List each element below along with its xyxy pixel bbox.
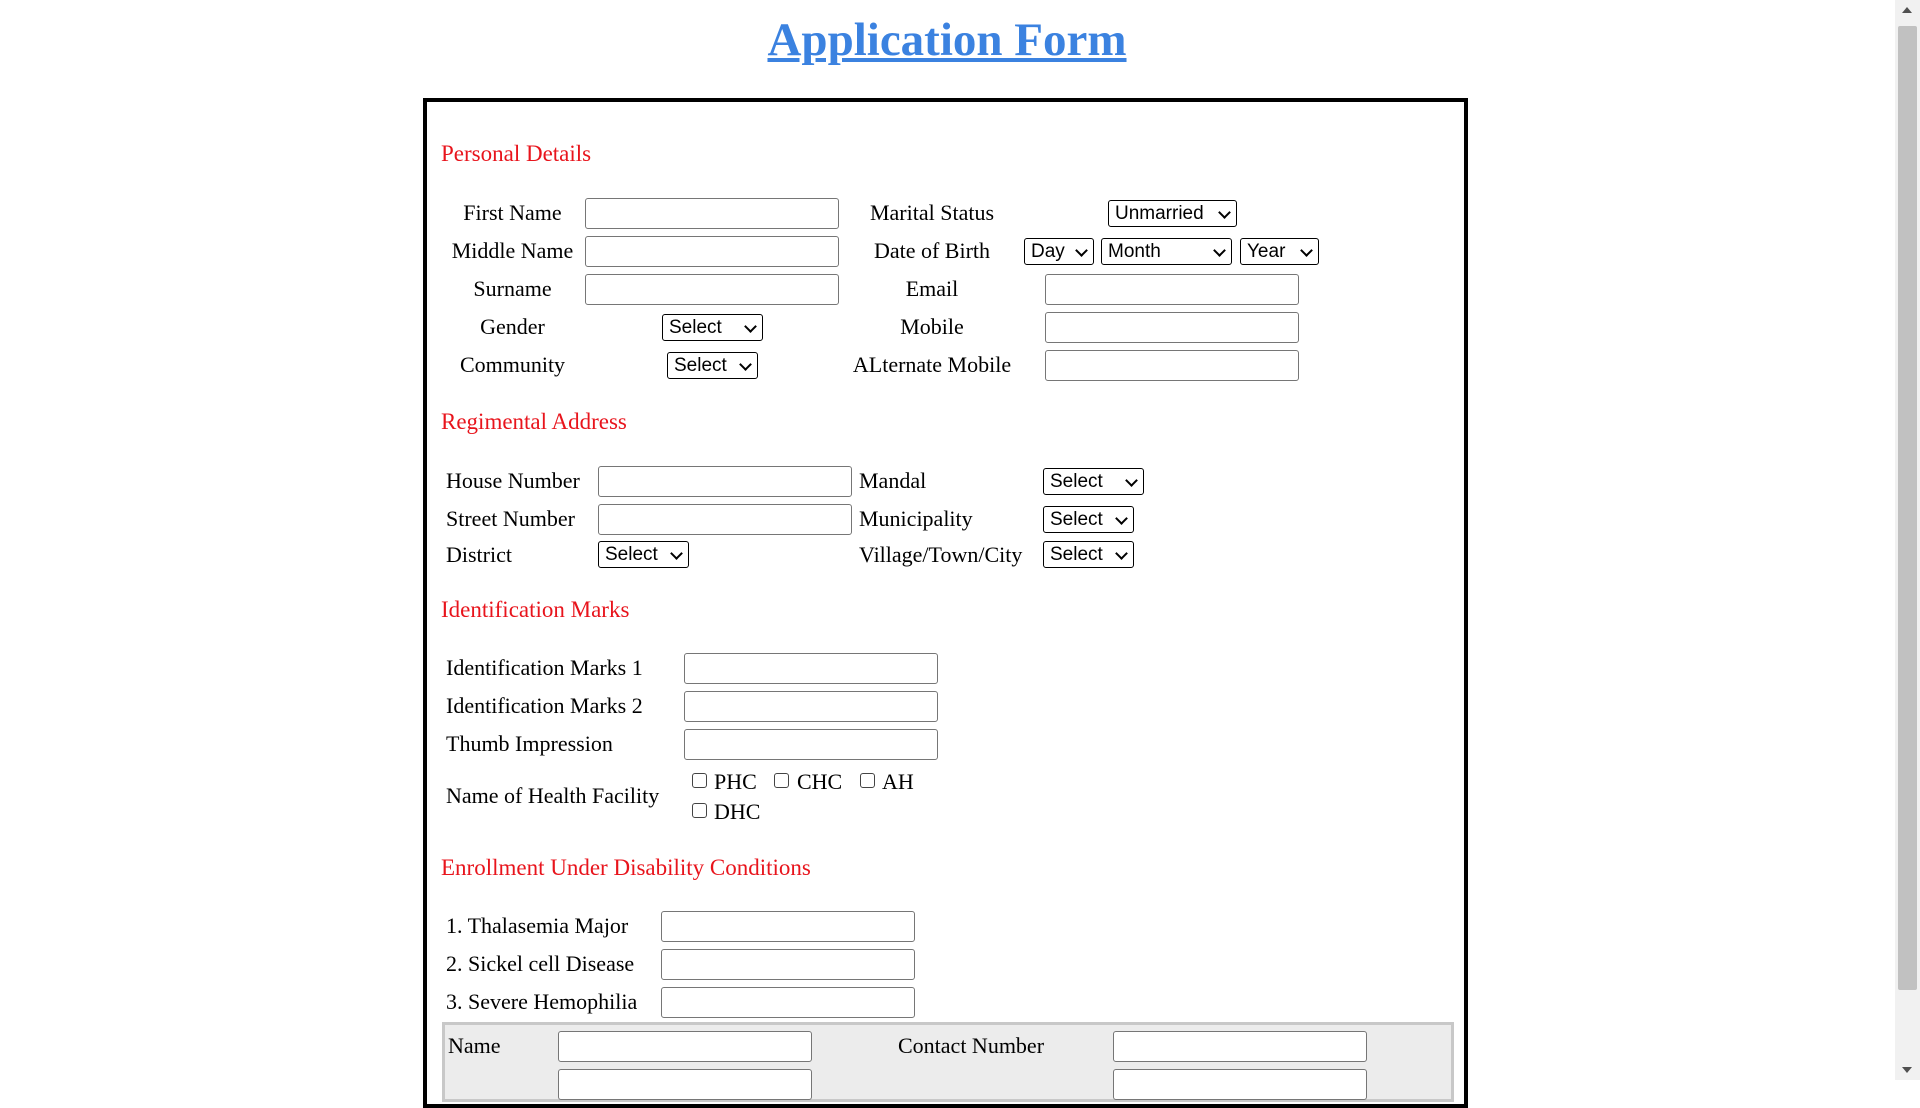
chc-checkbox[interactable]	[774, 773, 789, 788]
guardian-email-input[interactable]	[1113, 1069, 1367, 1100]
dob-month-value: Month	[1108, 241, 1161, 262]
chc-label: CHC	[797, 769, 843, 794]
district-label: District	[446, 542, 512, 567]
vertical-scrollbar[interactable]	[1895, 0, 1920, 1080]
dob-year-select[interactable]: Year	[1240, 238, 1319, 265]
house-number-input[interactable]	[598, 466, 852, 497]
hemophilia-label: 3. Severe Hemophilia	[446, 989, 638, 1014]
hemophilia-input[interactable]	[661, 987, 915, 1018]
ah-checkbox[interactable]	[860, 773, 875, 788]
email-label: Email	[905, 276, 959, 301]
district-select[interactable]: Select	[598, 541, 689, 568]
scroll-up-arrow-icon[interactable]	[1902, 7, 1912, 13]
gender-label: Gender	[480, 314, 545, 339]
municipality-select-value: Select	[1050, 509, 1103, 530]
village-town-city-label: Village/Town/City	[859, 542, 1023, 567]
identification-mark-1-input[interactable]	[684, 653, 938, 684]
dhc-checkbox[interactable]	[692, 803, 707, 818]
dob-month-select[interactable]: Month	[1101, 238, 1232, 265]
thalasemia-input[interactable]	[661, 911, 915, 942]
middle-name-input[interactable]	[585, 236, 839, 267]
surname-input[interactable]	[585, 274, 839, 305]
phc-label: PHC	[714, 769, 757, 794]
mobile-input[interactable]	[1045, 312, 1299, 343]
ah-label: AH	[882, 769, 914, 794]
dob-year-value: Year	[1247, 241, 1286, 262]
section-identification-marks: Identification Marks	[441, 597, 630, 622]
first-name-label: First Name	[463, 200, 562, 225]
municipality-label: Municipality	[859, 506, 973, 531]
street-number-input[interactable]	[598, 504, 852, 535]
scrollbar-thumb[interactable]	[1898, 26, 1917, 990]
chevron-down-icon	[1300, 244, 1313, 257]
email-input[interactable]	[1045, 274, 1299, 305]
marital-status-select[interactable]: Unmarried	[1108, 200, 1237, 227]
section-regimental-address: Regimental Address	[441, 409, 627, 434]
dhc-label: DHC	[714, 799, 761, 824]
section-disability-conditions: Enrollment Under Disability Conditions	[441, 855, 811, 880]
municipality-select[interactable]: Select	[1043, 506, 1134, 533]
first-name-input[interactable]	[585, 198, 839, 229]
community-select-value: Select	[674, 355, 727, 376]
middle-name-label: Middle Name	[451, 238, 574, 263]
scroll-down-arrow-icon[interactable]	[1902, 1067, 1912, 1073]
thalasemia-label: 1. Thalasemia Major	[446, 913, 629, 938]
guardian-name-input[interactable]	[558, 1031, 812, 1062]
thumb-impression-label: Thumb Impression	[446, 731, 613, 756]
surname-label: Surname	[473, 276, 552, 301]
chevron-down-icon	[1075, 244, 1088, 257]
guardian-address-input[interactable]	[558, 1069, 812, 1100]
sickle-cell-label: 2. Sickel cell Disease	[446, 951, 635, 976]
gender-select-value: Select	[669, 317, 722, 338]
chevron-down-icon	[1218, 206, 1231, 219]
alternate-mobile-label: ALternate Mobile	[852, 352, 1012, 377]
alternate-mobile-input[interactable]	[1045, 350, 1299, 381]
identification-mark-2-label: Identification Marks 2	[446, 693, 643, 718]
marital-status-value: Unmarried	[1115, 203, 1204, 224]
mandal-select-value: Select	[1050, 471, 1103, 492]
house-number-label: House Number	[446, 468, 580, 493]
thumb-impression-input[interactable]	[684, 729, 938, 760]
contact-number-input[interactable]	[1113, 1031, 1367, 1062]
sickle-cell-input[interactable]	[661, 949, 915, 980]
street-number-label: Street Number	[446, 506, 575, 531]
village-select-value: Select	[1050, 544, 1103, 565]
mandal-select[interactable]: Select	[1043, 468, 1144, 495]
mobile-label: Mobile	[900, 314, 964, 339]
district-select-value: Select	[605, 544, 658, 565]
chevron-down-icon	[1115, 512, 1128, 525]
village-town-city-select[interactable]: Select	[1043, 541, 1134, 568]
chevron-down-icon	[670, 547, 683, 560]
date-of-birth-label: Date of Birth	[873, 238, 991, 263]
section-personal-details: Personal Details	[441, 141, 592, 166]
dob-day-value: Day	[1031, 241, 1065, 262]
community-select[interactable]: Select	[667, 352, 758, 379]
marital-status-label: Marital Status	[869, 200, 995, 225]
chevron-down-icon	[1115, 547, 1128, 560]
gender-select[interactable]: Select	[662, 314, 763, 341]
application-page: Application Form Personal Details First …	[0, 0, 1920, 1108]
identification-mark-1-label: Identification Marks 1	[446, 655, 643, 680]
chevron-down-icon	[744, 320, 757, 333]
dob-day-select[interactable]: Day	[1024, 238, 1094, 265]
page-title[interactable]: Application Form	[0, 10, 1894, 70]
identification-mark-2-input[interactable]	[684, 691, 938, 722]
phc-checkbox[interactable]	[692, 773, 707, 788]
mandal-label: Mandal	[859, 468, 927, 493]
chevron-down-icon	[1125, 474, 1138, 487]
guardian-name-label: Name	[448, 1033, 501, 1058]
community-label: Community	[459, 352, 566, 377]
chevron-down-icon	[739, 358, 752, 371]
contact-number-label: Contact Number	[898, 1033, 1045, 1058]
chevron-down-icon	[1213, 244, 1226, 257]
health-facility-label: Name of Health Facility	[446, 783, 660, 808]
